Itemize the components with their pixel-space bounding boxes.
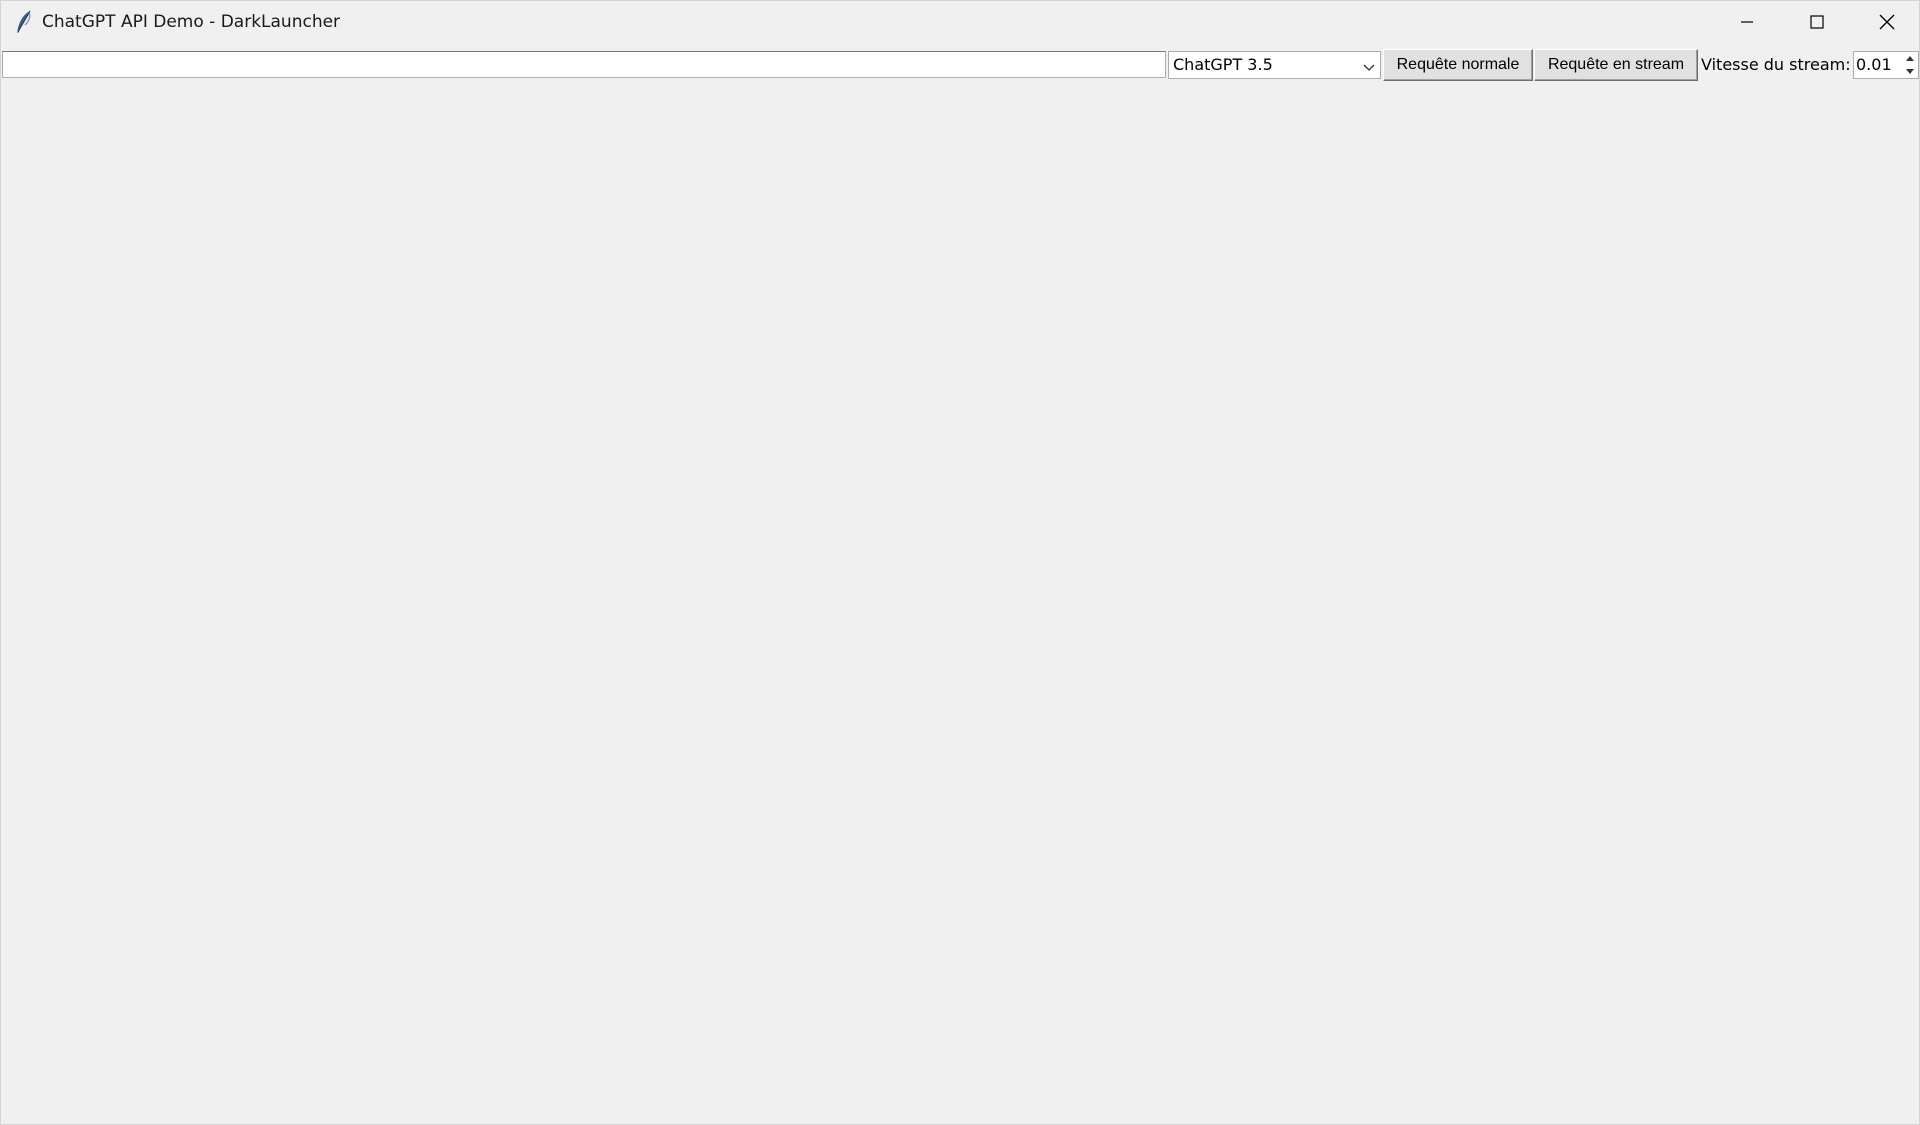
chevron-down-icon	[1362, 59, 1376, 71]
window-title: ChatGPT API Demo - DarkLauncher	[42, 12, 341, 32]
model-select-value: ChatGPT 3.5	[1173, 55, 1273, 74]
title-bar[interactable]: ChatGPT API Demo - DarkLauncher	[1, 1, 1919, 43]
feather-icon	[14, 10, 34, 34]
maximize-icon	[1810, 15, 1824, 29]
app-window: ChatGPT API Demo - DarkLauncher ChatGPT …	[0, 0, 1920, 1125]
response-area	[2, 83, 1918, 1123]
minimize-button[interactable]	[1712, 1, 1782, 43]
toolbar: ChatGPT 3.5 Requête normale Requête en s…	[1, 49, 1919, 81]
stream-speed-value: 0.01	[1856, 55, 1892, 74]
spin-down-arrow-icon[interactable]	[1902, 65, 1918, 78]
model-select[interactable]: ChatGPT 3.5	[1168, 51, 1381, 79]
minimize-icon	[1740, 15, 1754, 29]
stream-speed-label: Vitesse du stream:	[1701, 55, 1851, 74]
maximize-button[interactable]	[1782, 1, 1852, 43]
close-icon	[1879, 14, 1895, 30]
close-button[interactable]	[1852, 1, 1920, 43]
normal-request-button[interactable]: Requête normale	[1383, 49, 1533, 81]
prompt-input[interactable]	[2, 51, 1166, 78]
stream-request-button[interactable]: Requête en stream	[1534, 49, 1698, 81]
spin-up-arrow-icon[interactable]	[1902, 52, 1918, 65]
stream-speed-spinbox[interactable]: 0.01	[1853, 51, 1919, 79]
